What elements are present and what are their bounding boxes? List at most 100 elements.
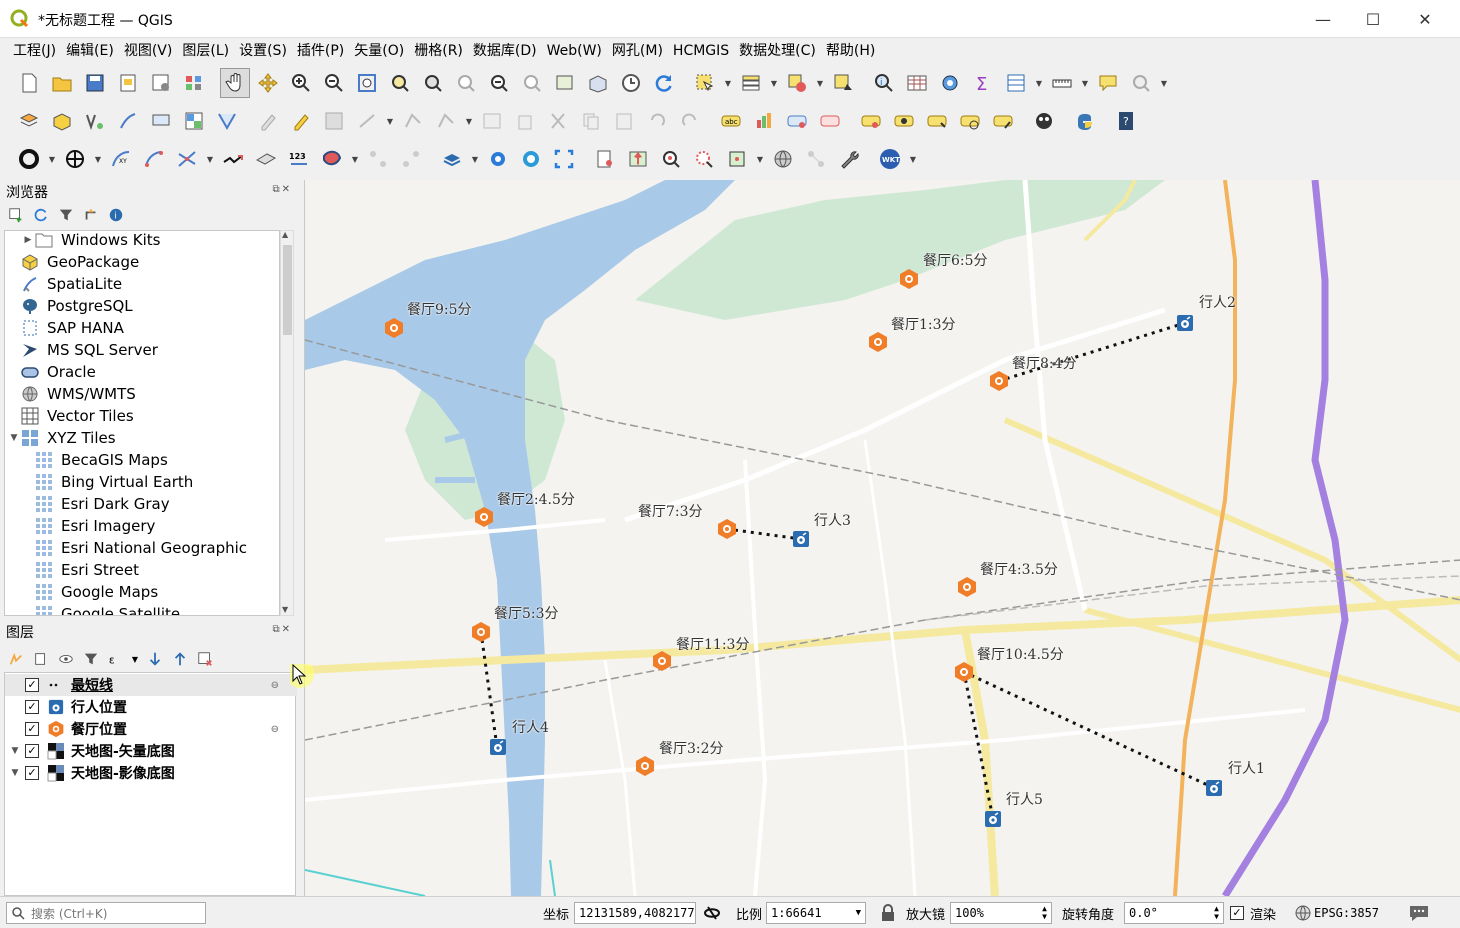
- zoom-full-icon[interactable]: [352, 68, 382, 98]
- layer-visibility-checkbox[interactable]: ✓: [25, 678, 39, 692]
- wrench-icon[interactable]: [834, 144, 864, 174]
- zoom-native-icon[interactable]: [451, 68, 481, 98]
- restaurant-marker[interactable]: [383, 317, 405, 339]
- add-selected-layers-icon[interactable]: [6, 206, 25, 225]
- paste-features-icon[interactable]: [609, 106, 639, 136]
- browser-item[interactable]: Vector Tiles: [5, 405, 279, 427]
- redo-icon[interactable]: [675, 106, 705, 136]
- delete-selected-icon[interactable]: [510, 106, 540, 136]
- layer-visibility-checkbox[interactable]: ✓: [25, 700, 39, 714]
- menu-help[interactable]: 帮助(H): [821, 39, 880, 63]
- collapse-all-icon[interactable]: [81, 206, 100, 225]
- restaurant-marker[interactable]: [898, 268, 920, 290]
- digitize-icon[interactable]: [352, 106, 382, 136]
- layer-item[interactable]: ✓ 餐厅位置 ⊖: [5, 718, 297, 740]
- magnifier-spinbox[interactable]: 100% ▲ ▼: [950, 902, 1052, 924]
- deselect-dropdown-icon[interactable]: ▼: [815, 68, 825, 98]
- pan-to-selection-icon[interactable]: [253, 68, 283, 98]
- browser-item[interactable]: PostgreSQL: [5, 295, 279, 317]
- browser-item[interactable]: Google Maps: [5, 581, 279, 603]
- restaurant-marker[interactable]: [634, 755, 656, 777]
- toggle-editing-icon[interactable]: [286, 106, 316, 136]
- menu-project[interactable]: 工程(J): [8, 39, 61, 63]
- zoom-in-icon[interactable]: [286, 68, 316, 98]
- menu-plugins[interactable]: 插件(P): [292, 39, 349, 63]
- shape-tool-icon[interactable]: [317, 144, 347, 174]
- render-checkbox[interactable]: ✓: [1230, 906, 1244, 920]
- browser-item[interactable]: Google Satellite: [5, 603, 279, 615]
- curve-tool-icon[interactable]: [139, 144, 169, 174]
- new-vector-layer-icon[interactable]: [80, 106, 110, 136]
- browser-item[interactable]: Esri Imagery: [5, 515, 279, 537]
- menu-vector[interactable]: 矢量(O): [349, 39, 409, 63]
- change-label-icon[interactable]: [988, 106, 1018, 136]
- select-features-icon[interactable]: [690, 68, 720, 98]
- measure-line-icon[interactable]: [1047, 68, 1077, 98]
- measure-dropdown-icon[interactable]: ▼: [1080, 68, 1090, 98]
- copy-features-icon[interactable]: [576, 106, 606, 136]
- menu-edit[interactable]: 编辑(E): [61, 39, 119, 63]
- menu-database[interactable]: 数据库(D): [468, 39, 542, 63]
- pin-labels-icon[interactable]: [815, 106, 845, 136]
- restaurant-marker[interactable]: [473, 506, 495, 528]
- zoom-point-icon[interactable]: [656, 144, 686, 174]
- menu-web[interactable]: Web(W): [542, 39, 607, 63]
- pedestrian-marker[interactable]: [489, 738, 507, 756]
- copy-coordinate-icon[interactable]: [590, 144, 620, 174]
- field-dropdown-icon[interactable]: ▼: [1034, 68, 1044, 98]
- tool-disabled-2-icon[interactable]: [396, 144, 426, 174]
- select-by-attribute-icon[interactable]: [736, 68, 766, 98]
- open-project-icon[interactable]: [47, 68, 77, 98]
- map-canvas[interactable]: 餐厅6:5分 餐厅9:5分 餐厅1:3分 餐厅8:4分 餐厅2:4.5分 餐厅7…: [304, 180, 1460, 896]
- data-source-manager-icon[interactable]: [14, 106, 44, 136]
- temporal-controller-icon[interactable]: [616, 68, 646, 98]
- menu-settings[interactable]: 设置(S): [234, 39, 292, 63]
- restaurant-marker[interactable]: [716, 518, 738, 540]
- zoom-to-layer-icon[interactable]: [418, 68, 448, 98]
- pedestrian-marker[interactable]: [984, 810, 1002, 828]
- menu-view[interactable]: 视图(V): [119, 39, 178, 63]
- crosshair-dropdown-icon[interactable]: ▼: [93, 144, 103, 174]
- label-toolbar-icon[interactable]: abc: [716, 106, 746, 136]
- menu-processing[interactable]: 数据处理(C): [734, 39, 821, 63]
- pan-icon[interactable]: [220, 68, 250, 98]
- chevron-right-icon[interactable]: ▶: [21, 235, 35, 245]
- circle-dropdown-icon[interactable]: ▼: [47, 144, 57, 174]
- new-3d-map-view-icon[interactable]: [583, 68, 613, 98]
- pedestrian-marker[interactable]: [792, 530, 810, 548]
- extent-dropdown-icon[interactable]: ▼: [755, 144, 765, 174]
- browser-item[interactable]: Bing Virtual Earth: [5, 471, 279, 493]
- ruler-tool-icon[interactable]: [251, 144, 281, 174]
- add-group-icon[interactable]: [31, 650, 50, 669]
- current-edits-icon[interactable]: [253, 106, 283, 136]
- restaurant-marker[interactable]: [867, 331, 889, 353]
- preview-labels-icon[interactable]: [889, 106, 919, 136]
- layer-visibility-checkbox[interactable]: ✓: [25, 722, 39, 736]
- lock-scale-icon[interactable]: [880, 901, 896, 925]
- restaurant-marker[interactable]: [470, 621, 492, 643]
- select-location-icon[interactable]: [828, 68, 858, 98]
- wkt-dropdown-icon[interactable]: ▼: [908, 144, 918, 174]
- map-tips-icon[interactable]: [1093, 68, 1123, 98]
- number-tool-icon[interactable]: 123: [284, 144, 314, 174]
- browser-item[interactable]: MS SQL Server: [5, 339, 279, 361]
- zoom-next-icon[interactable]: [517, 68, 547, 98]
- highlight-pinned-labels-icon[interactable]: [782, 106, 812, 136]
- maximize-button[interactable]: ☐: [1348, 0, 1398, 38]
- deselect-features-icon[interactable]: [782, 68, 812, 98]
- edit-attribute-icon[interactable]: [477, 106, 507, 136]
- add-raster-layer-icon[interactable]: [179, 106, 209, 136]
- rotation-spinbox[interactable]: 0.0° ▲ ▼: [1124, 902, 1224, 924]
- rotate-label-icon[interactable]: [955, 106, 985, 136]
- settings-gear-icon[interactable]: [483, 144, 513, 174]
- coordinate-field[interactable]: 12131589,4082177: [574, 902, 696, 924]
- scroll-thumb[interactable]: [283, 245, 292, 335]
- chevron-down-icon[interactable]: ▼: [5, 768, 25, 778]
- zoom-extent-icon[interactable]: [549, 144, 579, 174]
- restaurant-marker[interactable]: [651, 650, 673, 672]
- tool-disabled-1-icon[interactable]: [363, 144, 393, 174]
- zoom-burst-icon[interactable]: [689, 144, 719, 174]
- browser-item[interactable]: ▶ Windows Kits: [5, 231, 279, 251]
- select-extent-icon[interactable]: [722, 144, 752, 174]
- browser-item[interactable]: Oracle: [5, 361, 279, 383]
